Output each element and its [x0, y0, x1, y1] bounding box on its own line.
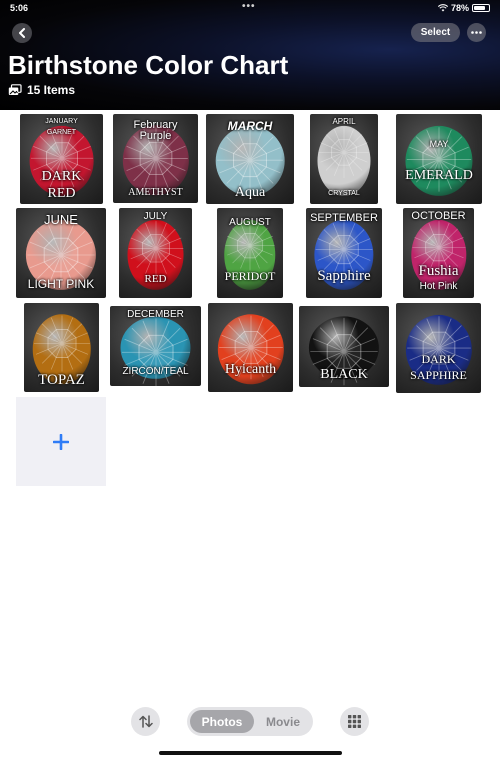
- sort-button[interactable]: [131, 707, 160, 736]
- chevron-left-icon: [19, 28, 25, 38]
- photo-stack-icon: [8, 84, 22, 95]
- grid-size-button[interactable]: [340, 707, 369, 736]
- tile-label: JUNE: [44, 212, 78, 227]
- plus-icon: [53, 433, 69, 450]
- photo-tile-may[interactable]: MAY EMERALD: [396, 114, 482, 204]
- photo-tile-february[interactable]: February Purple AMETHYST: [113, 114, 198, 203]
- photo-grid: JANUARY GARNET DARK RED February Purple AMETHY…: [0, 110, 500, 710]
- photo-tile-october[interactable]: OCTOBER Fushia Hot Pink: [403, 208, 474, 298]
- gem-image: [317, 125, 371, 196]
- photo-tile-hyicanth[interactable]: Hyicanth: [208, 303, 293, 392]
- photo-tile-dark-sapphire[interactable]: DARK SAPPHIRE: [396, 303, 481, 393]
- tile-label: RED: [47, 186, 76, 201]
- tile-label: Hyicanth: [224, 362, 277, 377]
- wifi-icon: [437, 4, 448, 12]
- tile-label: MARCH: [227, 119, 273, 133]
- photo-tile-august[interactable]: AUGUST PERIDOT: [217, 208, 283, 298]
- ellipsis-icon: [471, 31, 482, 34]
- item-count-row: 15 Items: [8, 83, 75, 97]
- tile-label: APRIL: [332, 117, 356, 126]
- tile-label: Hot Pink: [419, 281, 458, 292]
- album-title: Birthstone Color Chart: [8, 50, 289, 80]
- photo-tile-december[interactable]: DECEMBER ZIRCON/TEAL: [110, 306, 201, 386]
- sort-arrows-icon: [138, 715, 153, 728]
- album-header: 5:06 ••• 78% Select Birthstone Color Cha…: [0, 0, 500, 110]
- photo-tile-july[interactable]: JULY RED: [119, 208, 192, 298]
- tile-label: JANUARY: [45, 118, 78, 125]
- tile-label: LIGHT PINK: [27, 277, 95, 291]
- tile-label: PERIDOT: [224, 269, 276, 283]
- tile-label: OCTOBER: [411, 210, 466, 222]
- tile-label: ZIRCON/TEAL: [122, 366, 189, 377]
- tile-label: SAPPHIRE: [410, 368, 467, 382]
- tile-label: Sapphire: [317, 268, 371, 284]
- tile-label: JULY: [143, 211, 168, 222]
- photo-tile-september[interactable]: SEPTEMBER Sapphire: [306, 208, 382, 298]
- back-button[interactable]: [12, 23, 32, 43]
- tile-label: Purple: [139, 130, 172, 142]
- tile-label: BLACK: [320, 367, 368, 382]
- tile-label: Fushia: [418, 263, 459, 279]
- tile-label: GARNET: [46, 129, 77, 136]
- battery-percentage: 78%: [450, 3, 469, 13]
- status-right: 78%: [437, 3, 490, 13]
- grid-icon: [348, 715, 361, 728]
- gem-image: [405, 125, 473, 196]
- tile-label: TOPAZ: [38, 372, 85, 388]
- gem-image: [410, 219, 467, 290]
- tab-photos[interactable]: Photos: [190, 710, 254, 733]
- status-time: 5:06: [10, 3, 29, 13]
- tile-label: DARK: [41, 169, 82, 184]
- photos-movie-toggle: Photos Movie: [187, 707, 313, 736]
- tile-label: AMETHYST: [128, 187, 183, 198]
- item-count-label: 15 Items: [27, 83, 76, 97]
- tile-label: AUGUST: [229, 217, 271, 228]
- add-photo-tile[interactable]: [16, 397, 106, 486]
- home-indicator: [159, 751, 342, 755]
- tile-label: DARK: [421, 352, 456, 366]
- photo-tile-topaz[interactable]: TOPAZ: [24, 303, 99, 392]
- tile-label: EMERALD: [405, 168, 473, 183]
- tile-label: DECEMBER: [127, 309, 184, 320]
- photo-tile-january[interactable]: JANUARY GARNET DARK RED: [20, 114, 103, 204]
- photo-tile-march[interactable]: MARCH Aqua: [206, 114, 294, 204]
- photo-tile-june[interactable]: JUNE LIGHT PINK: [16, 208, 106, 298]
- photo-tile-black[interactable]: BLACK: [299, 306, 389, 387]
- photo-tile-april[interactable]: APRIL CRYSTAL: [310, 114, 378, 204]
- more-button[interactable]: [467, 23, 486, 42]
- tile-label: SEPTEMBER: [310, 212, 378, 224]
- tile-label: CRYSTAL: [328, 190, 360, 197]
- tile-label: Aqua: [234, 185, 266, 200]
- tile-label: MAY: [429, 139, 449, 149]
- multitasking-dots[interactable]: •••: [242, 1, 256, 12]
- status-bar: 5:06 ••• 78%: [0, 0, 500, 16]
- tile-label: RED: [144, 273, 167, 285]
- select-button[interactable]: Select: [411, 23, 460, 42]
- tab-movie[interactable]: Movie: [257, 710, 309, 733]
- battery-icon: [472, 4, 490, 12]
